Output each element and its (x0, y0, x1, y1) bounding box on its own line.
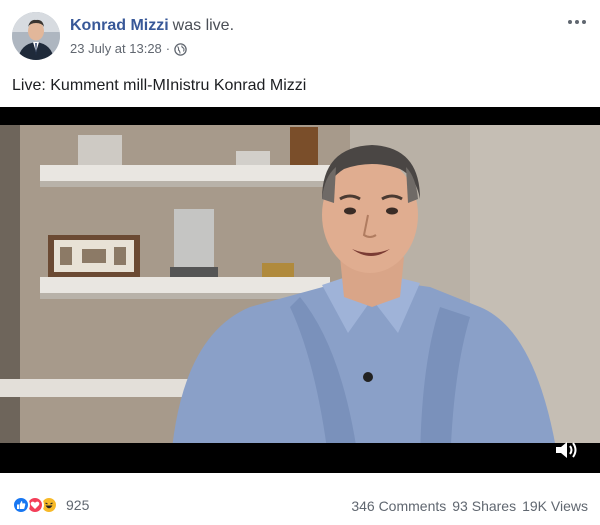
author-action-text: was live. (172, 17, 235, 34)
video-thumbnail (0, 107, 600, 473)
post-caption: Live: Kumment mill-MInistru Konrad Mizzi (12, 77, 307, 94)
post-card: Konrad Mizzi was live. 23 July at 13:28 ·… (0, 0, 600, 525)
more-options-icon[interactable] (566, 14, 588, 30)
post-header: Konrad Mizzi was live. 23 July at 13:28 · (12, 12, 588, 64)
avatar[interactable] (12, 12, 60, 60)
reactions-summary[interactable]: 925 (12, 496, 89, 514)
shares-count-link[interactable]: 93 Shares (452, 498, 516, 514)
volume-icon[interactable] (554, 439, 578, 461)
post-stats: 346 Comments 93 Shares 19K Views (351, 498, 588, 514)
views-count: 19K Views (522, 498, 588, 514)
author-name-link[interactable]: Konrad Mizzi (70, 17, 169, 34)
post-footer: 925 346 Comments 93 Shares 19K Views (12, 494, 588, 518)
like-icon (12, 496, 30, 514)
post-meta: 23 July at 13:28 · (70, 40, 187, 58)
comments-count-link[interactable]: 346 Comments (351, 498, 446, 514)
post-timestamp[interactable]: 23 July at 13:28 (70, 40, 162, 58)
reaction-count: 925 (66, 497, 90, 513)
meta-separator: · (165, 41, 171, 56)
globe-icon[interactable] (174, 42, 187, 56)
video-player[interactable] (0, 107, 600, 473)
author-line: Konrad Mizzi was live. (70, 16, 234, 36)
